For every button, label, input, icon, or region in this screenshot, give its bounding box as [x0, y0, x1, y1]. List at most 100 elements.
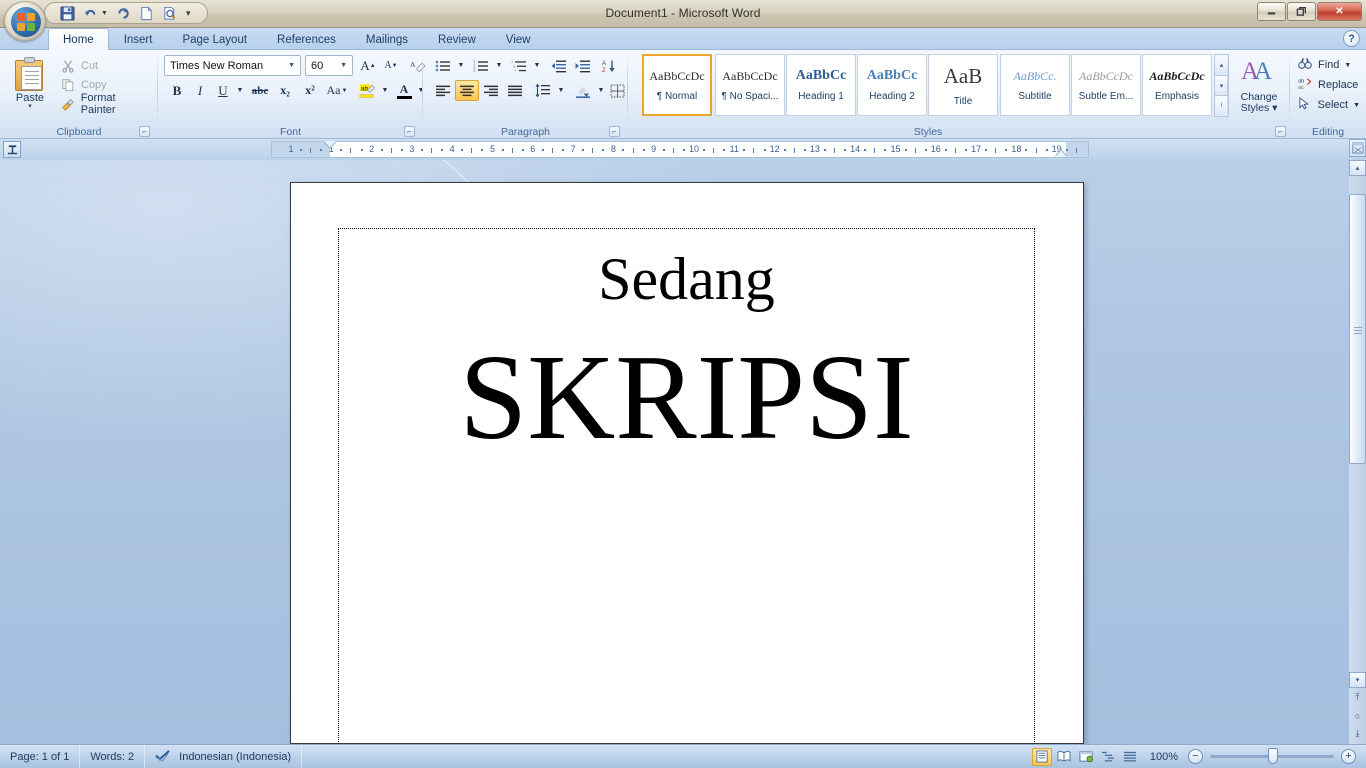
full-screen-reading-view-button[interactable] [1054, 748, 1074, 766]
style-no-spacing[interactable]: AaBbCcDc ¶ No Spaci... [715, 54, 785, 116]
tab-page-layout[interactable]: Page Layout [167, 28, 262, 50]
clipboard-dialog-launcher[interactable]: ⌐ [139, 126, 150, 137]
font-name-dropdown-icon[interactable]: ▼ [285, 62, 298, 69]
numbering-dropdown-icon[interactable]: ▼ [493, 55, 505, 76]
style-name: Heading 2 [858, 91, 926, 102]
paste-button[interactable]: Paste ▾ [8, 54, 52, 120]
style-heading-1[interactable]: AaBbCс Heading 1 [786, 54, 856, 116]
tab-insert[interactable]: Insert [109, 28, 168, 50]
line-spacing-button[interactable] [531, 80, 555, 101]
find-dropdown-icon[interactable]: ▼ [1344, 62, 1351, 69]
select-button[interactable]: Select ▼ [1294, 95, 1364, 115]
line-spacing-dropdown-icon[interactable]: ▼ [555, 80, 567, 101]
outline-view-button[interactable] [1098, 748, 1118, 766]
replace-button[interactable]: abac Replace [1294, 75, 1364, 95]
increase-indent-button[interactable] [571, 55, 595, 76]
sort-button[interactable]: AZ [597, 55, 621, 76]
right-indent-marker[interactable] [1055, 150, 1067, 157]
restore-button[interactable] [1287, 2, 1316, 21]
tab-stop-selector-button[interactable] [3, 141, 21, 158]
styles-dialog-launcher[interactable]: ⌐ [1275, 126, 1286, 137]
grow-font-button[interactable]: A▲ [357, 55, 379, 76]
previous-page-button[interactable]: ⤒ [1349, 689, 1366, 706]
underline-button[interactable]: U [212, 80, 234, 101]
style-sample: AaBbCc. [1002, 69, 1068, 84]
style-normal[interactable]: AaBbCcDc ¶ Normal [642, 54, 712, 116]
multilevel-list-button[interactable]: 1ai [507, 55, 531, 76]
tab-mailings[interactable]: Mailings [351, 28, 423, 50]
scrollbar-thumb[interactable] [1349, 194, 1366, 464]
web-layout-view-button[interactable] [1076, 748, 1096, 766]
text-highlight-color-button[interactable]: ab [355, 80, 379, 101]
font-dialog-launcher[interactable]: ⌐ [404, 126, 415, 137]
underline-dropdown-icon[interactable]: ▼ [234, 80, 246, 101]
tab-view[interactable]: View [491, 28, 546, 50]
cut-button[interactable]: Cut [56, 56, 152, 75]
ruler-tick [723, 149, 725, 151]
view-ruler-button[interactable] [1349, 139, 1366, 157]
tab-references[interactable]: References [262, 28, 351, 50]
shrink-font-button[interactable]: A▼ [380, 55, 402, 76]
horizontal-ruler[interactable]: 112345678910111213141516171819 [271, 141, 1089, 158]
bullets-button[interactable] [431, 55, 455, 76]
draft-view-button[interactable] [1120, 748, 1140, 766]
align-center-button[interactable] [455, 80, 479, 101]
shading-button[interactable] [571, 80, 595, 101]
bullets-dropdown-icon[interactable]: ▼ [455, 55, 467, 76]
subscript-button[interactable]: x₂ [273, 80, 297, 101]
first-line-indent-marker[interactable] [324, 141, 336, 148]
style-subtle-emphasis[interactable]: AaBbCcDc Subtle Em... [1071, 54, 1141, 116]
format-painter-button[interactable]: Format Painter [56, 94, 156, 113]
zoom-slider-track[interactable] [1210, 755, 1334, 758]
borders-button[interactable] [606, 80, 628, 101]
zoom-level-label[interactable]: 100% [1142, 751, 1186, 763]
style-title[interactable]: AaB Title [928, 54, 998, 116]
justify-button[interactable] [503, 80, 527, 101]
minimize-button[interactable] [1257, 2, 1286, 21]
font-name-combobox[interactable]: Times New Roman ▼ [164, 55, 301, 76]
help-icon[interactable]: ? [1343, 30, 1360, 47]
style-emphasis[interactable]: AaBbCcDc Emphasis [1142, 54, 1212, 116]
paste-dropdown-icon[interactable]: ▾ [28, 104, 32, 109]
close-button[interactable]: ✕ [1317, 2, 1362, 21]
paragraph-dialog-launcher[interactable]: ⌐ [609, 126, 620, 137]
select-dropdown-icon[interactable]: ▼ [1353, 102, 1360, 109]
style-subtitle[interactable]: AaBbCc. Subtitle [1000, 54, 1070, 116]
page-number-status[interactable]: Page: 1 of 1 [0, 745, 80, 768]
print-layout-view-button[interactable] [1032, 748, 1052, 766]
document-page[interactable]: Sedang SKRIPSI [290, 182, 1084, 744]
vertical-scrollbar[interactable]: ▴ ▾ ⤒ ○ ⤓ [1349, 160, 1366, 744]
highlight-dropdown-icon[interactable]: ▼ [379, 80, 391, 101]
change-case-button[interactable]: Aa▼ [324, 80, 350, 101]
select-browse-object-button[interactable]: ○ [1349, 707, 1366, 724]
tab-review[interactable]: Review [423, 28, 491, 50]
superscript-button[interactable]: x² [298, 80, 322, 101]
font-size-dropdown-icon[interactable]: ▼ [337, 62, 350, 69]
scroll-down-button[interactable]: ▾ [1349, 672, 1366, 688]
scroll-up-button[interactable]: ▴ [1349, 160, 1366, 176]
numbering-button[interactable]: 123 [469, 55, 493, 76]
font-color-button[interactable]: A [392, 80, 416, 101]
font-size-combobox[interactable]: 60 ▼ [305, 55, 353, 76]
word-count-status[interactable]: Words: 2 [80, 745, 145, 768]
tab-home[interactable]: Home [48, 28, 109, 50]
office-button[interactable] [4, 1, 46, 41]
document-line-2[interactable]: SKRIPSI [339, 323, 1034, 473]
change-styles-button[interactable]: AA Change Styles ▾ [1232, 54, 1286, 120]
zoom-slider-thumb[interactable] [1268, 748, 1278, 764]
multilevel-dropdown-icon[interactable]: ▼ [531, 55, 543, 76]
align-right-button[interactable] [479, 80, 503, 101]
style-heading-2[interactable]: AaBbCc Heading 2 [857, 54, 927, 116]
italic-button[interactable]: I [189, 80, 211, 101]
language-status[interactable]: Indonesian (Indonesia) [145, 745, 302, 768]
bold-button[interactable]: B [166, 80, 188, 101]
find-button[interactable]: Find ▼ [1294, 55, 1364, 75]
align-left-button[interactable] [431, 80, 455, 101]
document-line-1[interactable]: Sedang [339, 241, 1034, 317]
next-page-button[interactable]: ⤓ [1349, 725, 1366, 742]
zoom-out-button[interactable]: − [1188, 749, 1203, 764]
decrease-indent-button[interactable] [547, 55, 571, 76]
zoom-in-button[interactable]: + [1341, 749, 1356, 764]
strikethrough-button[interactable]: abc [248, 80, 272, 101]
ruler-number: 4 [450, 144, 455, 154]
